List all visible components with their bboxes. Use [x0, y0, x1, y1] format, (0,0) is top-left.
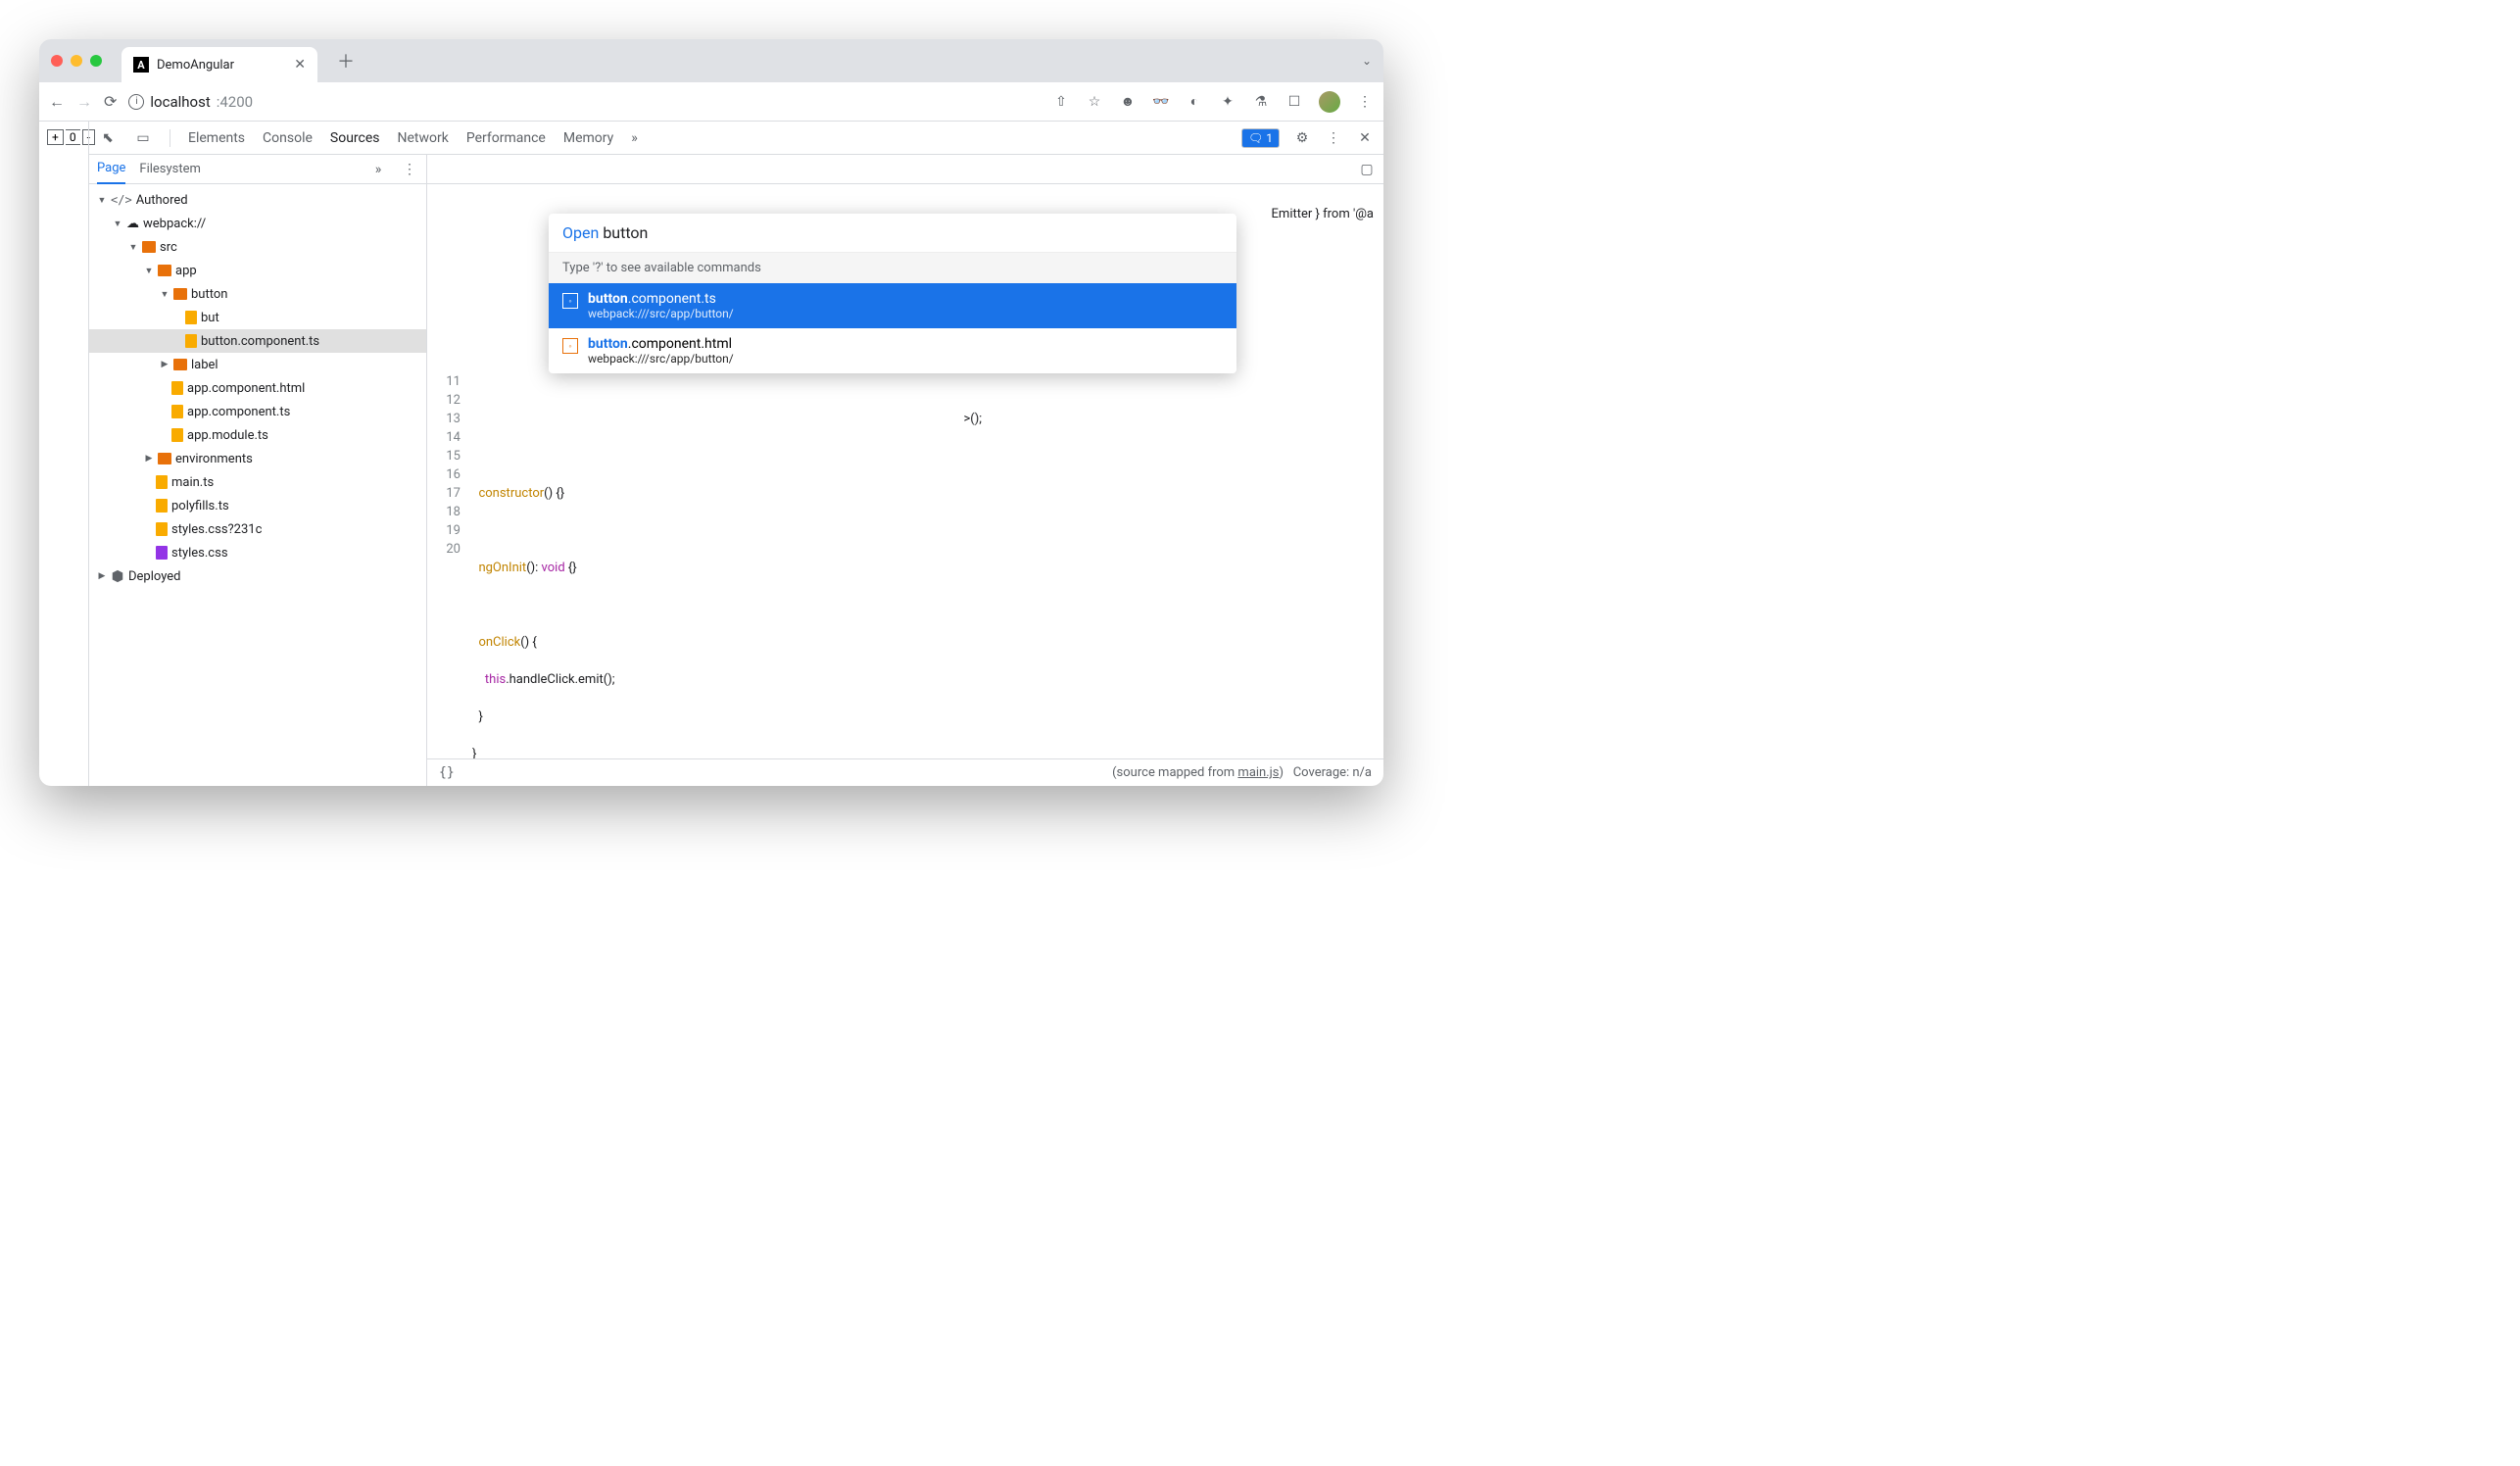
window-titlebar: A DemoAngular ✕ ＋ ⌄ [39, 39, 1383, 82]
tree-app-component-ts[interactable]: app.component.ts [89, 400, 426, 423]
tree-app-component-html[interactable]: app.component.html [89, 376, 426, 400]
tree-styles-query[interactable]: styles.css?231c [89, 517, 426, 541]
tree-polyfills[interactable]: polyfills.ts [89, 494, 426, 517]
angular-icon: A [133, 57, 149, 73]
sources-sidebar-tabs: Page Filesystem » ⋮ [89, 155, 426, 184]
url-display[interactable]: i localhost :4200 [128, 93, 253, 111]
coverage-label: Coverage: n/a [1293, 765, 1372, 780]
tree-button-folder[interactable]: ▼button [89, 282, 426, 306]
folder-icon [158, 265, 171, 276]
profile-avatar[interactable] [1319, 91, 1340, 113]
file-type-icon: ◦ [562, 293, 578, 309]
issues-badge[interactable]: 🗨 1 [1241, 128, 1280, 148]
tree-main-ts[interactable]: main.ts [89, 470, 426, 494]
tab-performance[interactable]: Performance [466, 130, 546, 146]
file-icon [185, 334, 197, 348]
sidebar-menu-button[interactable]: ⋮ [401, 161, 418, 178]
editor-tab-strip: ▢ [427, 155, 1383, 184]
cube-icon [111, 569, 124, 583]
open-file-hint: Type '?' to see available commands [549, 252, 1236, 283]
site-info-icon[interactable]: i [128, 94, 144, 110]
file-icon [171, 381, 183, 395]
tree-file-button-component[interactable]: button.component.ts [89, 329, 426, 353]
tree-environments[interactable]: ▶environments [89, 447, 426, 470]
tab-menu-button[interactable]: ⌄ [1362, 54, 1372, 68]
reload-button[interactable]: ⟳ [104, 92, 117, 111]
file-icon [156, 499, 168, 513]
counter-value: 0 [66, 129, 80, 145]
tree-file-button-short[interactable]: but [89, 306, 426, 329]
inspect-element-icon[interactable]: ⬉ [99, 129, 117, 147]
sidepanel-icon[interactable]: ☐ [1285, 93, 1303, 111]
back-button[interactable]: ← [49, 92, 65, 112]
file-icon [156, 546, 168, 560]
tab-network[interactable]: Network [398, 130, 449, 146]
increment-button[interactable]: + [47, 129, 64, 145]
toggle-debugger-pane-icon[interactable]: ▢ [1358, 161, 1376, 178]
tab-memory[interactable]: Memory [563, 130, 613, 146]
devtools-toolbar: ⬉ ▭ Elements Console Sources Network Per… [89, 122, 1383, 155]
extensions-puzzle-icon[interactable]: ✦ [1219, 93, 1236, 111]
folder-icon [173, 359, 187, 370]
close-tab-button[interactable]: ✕ [294, 57, 306, 73]
open-file-dialog: Open button Type '?' to see available co… [549, 214, 1236, 373]
share-icon[interactable]: ⇧ [1052, 93, 1070, 111]
device-toggle-icon[interactable]: ▭ [134, 129, 152, 147]
folder-icon [173, 288, 187, 300]
minimize-window-button[interactable] [71, 55, 82, 67]
open-file-result-0[interactable]: ◦ button.component.ts webpack:///src/app… [549, 283, 1236, 328]
tab-title: DemoAngular [157, 58, 286, 73]
folder-icon [158, 453, 171, 464]
sidebar-tab-page[interactable]: Page [97, 155, 125, 184]
tab-console[interactable]: Console [263, 130, 313, 146]
url-port: :4200 [217, 93, 253, 111]
cloud-icon: ☁ [126, 217, 139, 231]
forward-button[interactable]: → [76, 92, 92, 112]
url-host: localhost [150, 93, 210, 111]
tree-label-folder[interactable]: ▶label [89, 353, 426, 376]
file-icon [171, 405, 183, 418]
extension-icon-3[interactable]: ◐ [1186, 93, 1203, 111]
folder-icon [142, 241, 156, 253]
tree-webpack[interactable]: ▼☁webpack:// [89, 212, 426, 235]
pretty-print-button[interactable]: {} [439, 765, 455, 780]
extension-icon-1[interactable]: ☻ [1119, 93, 1137, 111]
sidebar-tab-filesystem[interactable]: Filesystem [139, 162, 201, 176]
maximize-window-button[interactable] [90, 55, 102, 67]
settings-gear-icon[interactable]: ⚙ [1293, 129, 1311, 147]
devtools-menu-button[interactable]: ⋮ [1325, 129, 1342, 147]
source-map-link[interactable]: main.js [1237, 765, 1279, 780]
tab-sources[interactable]: Sources [330, 130, 380, 146]
file-icon [185, 311, 197, 324]
labs-flask-icon[interactable]: ⚗ [1252, 93, 1270, 111]
file-tree: ▼</>Authored ▼☁webpack:// ▼src ▼app ▼but… [89, 184, 426, 786]
tree-app-module[interactable]: app.module.ts [89, 423, 426, 447]
file-icon [156, 475, 168, 489]
browser-tab[interactable]: A DemoAngular ✕ [121, 47, 317, 82]
file-icon [171, 428, 183, 442]
tree-styles-css[interactable]: styles.css [89, 541, 426, 564]
file-icon [156, 522, 168, 536]
line-number-gutter: 11121314151617181920 [427, 184, 466, 758]
page-content-area: + 0 - [39, 122, 88, 786]
tree-app[interactable]: ▼app [89, 259, 426, 282]
tree-src[interactable]: ▼src [89, 235, 426, 259]
tree-deployed[interactable]: ▶Deployed [89, 564, 426, 588]
tab-overflow[interactable]: » [631, 130, 638, 146]
tab-elements[interactable]: Elements [188, 130, 245, 146]
bookmark-icon[interactable]: ☆ [1086, 93, 1103, 111]
file-type-icon: ◦ [562, 338, 578, 354]
open-file-result-1[interactable]: ◦ button.component.html webpack:///src/a… [549, 328, 1236, 373]
editor-statusbar: {} (source mapped from main.js) Coverage… [427, 758, 1383, 786]
browser-menu-button[interactable]: ⋮ [1356, 93, 1374, 111]
address-bar: ← → ⟳ i localhost :4200 ⇧ ☆ ☻ 👓 ◐ ✦ ⚗ ☐ ⋮ [39, 82, 1383, 122]
extension-icon-2[interactable]: 👓 [1152, 93, 1170, 111]
sidebar-overflow-button[interactable]: » [369, 161, 387, 178]
tree-authored[interactable]: ▼</>Authored [89, 188, 426, 212]
code-icon: </> [111, 193, 132, 207]
close-window-button[interactable] [51, 55, 63, 67]
open-file-input[interactable]: Open button [549, 214, 1236, 252]
new-tab-button[interactable]: ＋ [337, 48, 355, 73]
close-devtools-button[interactable]: ✕ [1356, 129, 1374, 147]
